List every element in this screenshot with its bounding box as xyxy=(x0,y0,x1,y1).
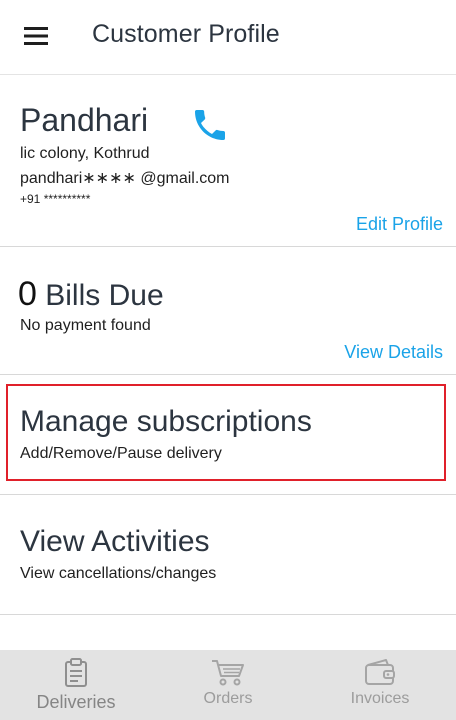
nav-item-orders[interactable]: Orders xyxy=(152,650,304,720)
bills-due-label: Bills Due xyxy=(36,279,164,312)
nav-label-invoices: Invoices xyxy=(350,690,410,707)
view-activities-card[interactable]: View Activities View cancellations/chang… xyxy=(0,495,456,615)
customer-email: pandhari∗∗∗∗ @gmail.com xyxy=(20,170,230,187)
customer-address: lic colony, Kothrud xyxy=(20,145,150,162)
nav-item-invoices[interactable]: Invoices xyxy=(304,650,456,720)
view-activities-subtitle: View cancellations/changes xyxy=(20,565,217,582)
bottom-navigation: Deliveries Orders Invoices xyxy=(0,650,456,720)
app-header: Customer Profile xyxy=(0,0,456,74)
profile-card: Pandhari lic colony, Kothrud pandhari∗∗∗… xyxy=(0,74,456,247)
customer-name: Pandhari xyxy=(20,102,149,138)
manage-subscriptions-card[interactable]: Manage subscriptions Add/Remove/Pause de… xyxy=(0,375,456,495)
customer-phone: +91 ********** xyxy=(20,192,91,206)
nav-label-deliveries: Deliveries xyxy=(36,692,116,712)
bills-due-count: 0 xyxy=(18,275,37,313)
edit-profile-link[interactable]: Edit Profile xyxy=(356,214,443,235)
cart-icon xyxy=(212,660,244,686)
manage-subscriptions-title: Manage subscriptions xyxy=(20,405,312,438)
bills-due-title: 0 Bills Due xyxy=(18,275,164,314)
view-activities-title: View Activities xyxy=(20,525,210,558)
wallet-icon xyxy=(365,659,395,685)
customer-profile-screen: Customer Profile Pandhari lic colony, Ko… xyxy=(0,0,456,720)
view-details-link[interactable]: View Details xyxy=(344,342,443,363)
bills-due-card[interactable]: 0 Bills Due No payment found View Detail… xyxy=(0,247,456,375)
phone-icon[interactable] xyxy=(190,105,230,145)
bills-due-subtitle: No payment found xyxy=(20,317,151,334)
page-title: Customer Profile xyxy=(92,20,280,48)
hamburger-menu-icon[interactable] xyxy=(18,20,54,52)
nav-label-orders: Orders xyxy=(203,690,253,707)
nav-item-deliveries[interactable]: Deliveries xyxy=(0,650,152,720)
manage-subscriptions-subtitle: Add/Remove/Pause delivery xyxy=(20,445,222,462)
clipboard-icon xyxy=(65,658,87,687)
